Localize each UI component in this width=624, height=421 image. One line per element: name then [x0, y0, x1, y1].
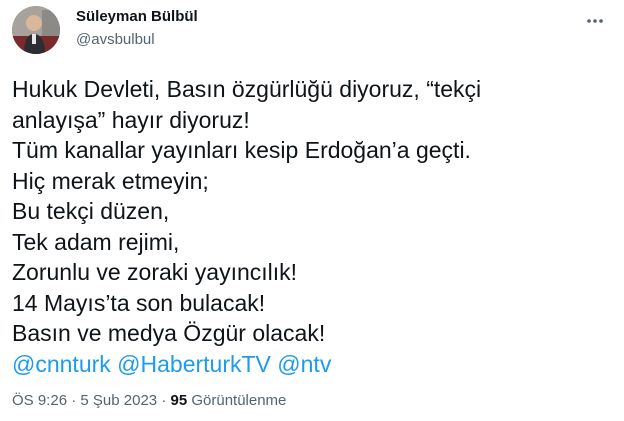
tweet-meta: ÖS 9:26 · 5 Şub 2023 · 95 Görüntülenme — [12, 392, 286, 409]
author-handle[interactable]: @avsbulbul — [76, 31, 155, 48]
meta-separator: · — [71, 392, 77, 409]
mentions: @cnnturk @HaberturkTV @ntv — [12, 349, 612, 380]
mention-link-ntv[interactable]: @ntv — [277, 351, 331, 377]
mention-link-cnnturk[interactable]: @cnnturk — [12, 351, 111, 377]
more-options-button[interactable] — [582, 8, 608, 34]
tweet-line: Basın ve medya Özgür olacak! — [12, 320, 326, 346]
author-name[interactable]: Süleyman Bülbül — [76, 8, 198, 25]
mention-link-haberturktv[interactable]: @HaberturkTV — [117, 351, 271, 377]
avatar[interactable] — [12, 6, 60, 54]
tweet-line: Hiç merak etmeyin; — [12, 167, 209, 194]
tweet-line: Bu tekçi düzen, — [12, 198, 170, 224]
tweet-line: 14 Mayıs’ta son bulacak! — [12, 289, 266, 316]
tweet-line: Tek adam rejimi, — [12, 228, 180, 255]
tweet-time[interactable]: ÖS 9:26 — [12, 392, 67, 409]
tweet-line: Zorunlu ve zoraki yayıncılık! — [12, 259, 298, 285]
tweet-line: Tüm kanallar yayınları kesip Erdoğan’a g… — [12, 137, 471, 163]
tweet-date[interactable]: 5 Şub 2023 — [80, 392, 157, 409]
views-label: Görüntülenme — [191, 392, 287, 409]
tweet-card: Süleyman Bülbül @avsbulbul Hukuk Devleti… — [0, 0, 624, 421]
more-horizontal-icon — [587, 19, 603, 23]
tweet-line: anlayışa” hayır diyoruz! — [12, 106, 250, 133]
meta-separator: · — [161, 392, 167, 409]
avatar-image — [12, 6, 60, 54]
tweet-text: Hukuk Devleti, Basın özgürlüğü diyoruz, … — [12, 74, 612, 379]
tweet-line: Hukuk Devleti, Basın özgürlüğü diyoruz, … — [12, 76, 482, 102]
views-count: 95 — [170, 392, 188, 409]
